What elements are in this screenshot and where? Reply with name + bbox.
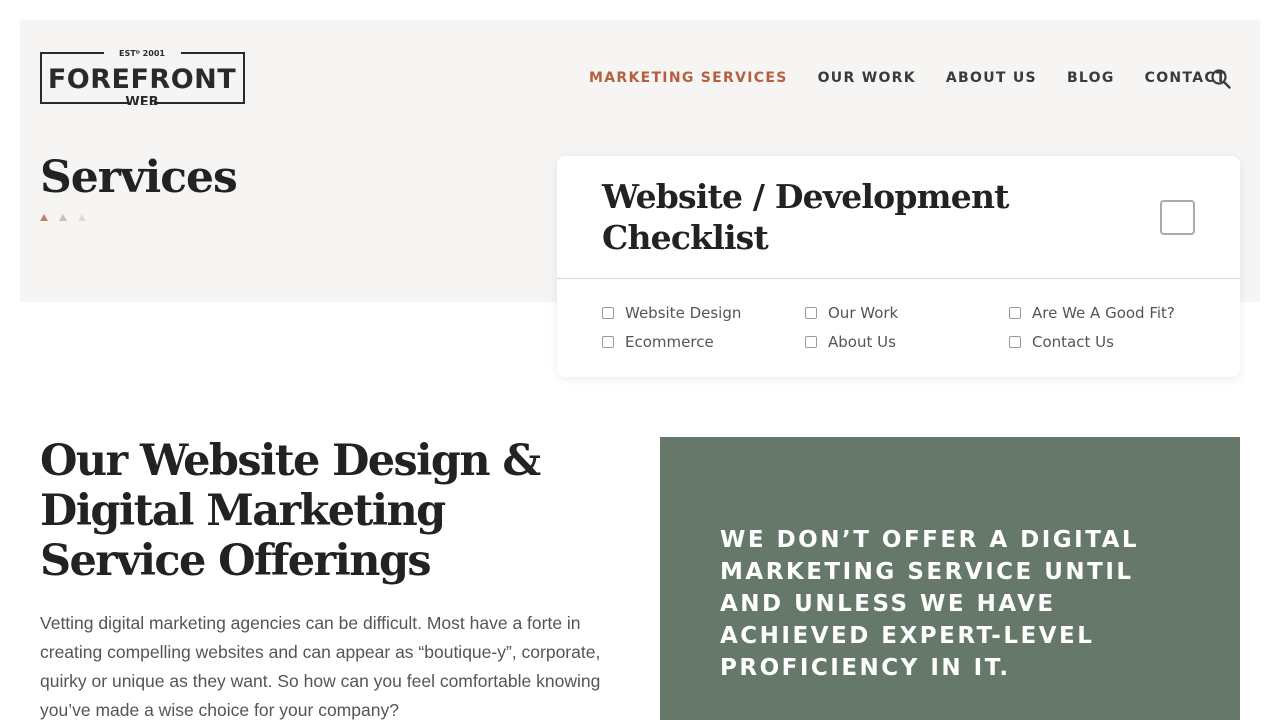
logo-name: FOREFRONT: [48, 64, 236, 95]
checklist-item-ecommerce[interactable]: Ecommerce: [602, 332, 805, 351]
checklist-item-label: About Us: [828, 332, 896, 351]
triangle-icon: [40, 214, 48, 221]
nav-our-work[interactable]: OUR WORK: [818, 70, 916, 86]
checklist-item-label: Are We A Good Fit?: [1032, 303, 1175, 322]
checklist-card: Website / Development Checklist Website …: [557, 156, 1240, 377]
checkbox[interactable]: [1009, 335, 1021, 348]
main-body-text: Vetting digital marketing agencies can b…: [40, 613, 601, 720]
nav-blog[interactable]: BLOG: [1067, 70, 1115, 86]
checklist-item-label: Contact Us: [1032, 332, 1114, 351]
checkbox[interactable]: [805, 306, 817, 319]
checklist-item-our-work[interactable]: Our Work: [805, 303, 1009, 322]
checklist-item-label: Our Work: [828, 303, 899, 322]
checkbox[interactable]: [602, 306, 614, 319]
callout-text: WE DON’T OFFER A DIGITAL MARKETING SERVI…: [720, 527, 1140, 681]
logo-estd: ESTᴰ 2001: [119, 49, 165, 58]
checklist-item-contact-us[interactable]: Contact Us: [1009, 332, 1222, 351]
logo-mark: ESTᴰ 2001 FOREFRONT WEB: [40, 49, 245, 105]
logo-sub: WEB: [125, 95, 158, 105]
main-heading: Our Website Design & Digital Marketing S…: [40, 436, 541, 586]
logo[interactable]: ESTᴰ 2001 FOREFRONT WEB: [40, 47, 245, 105]
decorative-triangles: [40, 214, 86, 221]
checkbox[interactable]: [602, 335, 614, 348]
callout-panel: WE DON’T OFFER A DIGITAL MARKETING SERVI…: [660, 437, 1240, 720]
checklist-items: Website Design Our Work Are We A Good Fi…: [602, 303, 1222, 351]
checkbox[interactable]: [805, 335, 817, 348]
divider: [557, 278, 1240, 279]
checklist-item-good-fit[interactable]: Are We A Good Fit?: [1009, 303, 1222, 322]
checklist-toggle-checkbox[interactable]: [1160, 200, 1195, 235]
checkbox[interactable]: [1009, 306, 1021, 319]
checklist-item-website-design[interactable]: Website Design: [602, 303, 805, 322]
checklist-title: Website / Development Checklist: [602, 177, 1009, 257]
triangle-icon: [59, 214, 67, 221]
search-icon[interactable]: [1210, 68, 1232, 90]
main-nav: MARKETING SERVICES OUR WORK ABOUT US BLO…: [589, 70, 1257, 86]
checklist-item-label: Website Design: [625, 303, 742, 322]
checklist-item-about-us[interactable]: About Us: [805, 332, 1009, 351]
triangle-icon: [78, 214, 86, 221]
nav-about-us[interactable]: ABOUT US: [946, 70, 1037, 86]
page-title: Services: [40, 152, 238, 203]
checklist-item-label: Ecommerce: [625, 332, 714, 351]
nav-marketing-services[interactable]: MARKETING SERVICES: [589, 70, 788, 86]
